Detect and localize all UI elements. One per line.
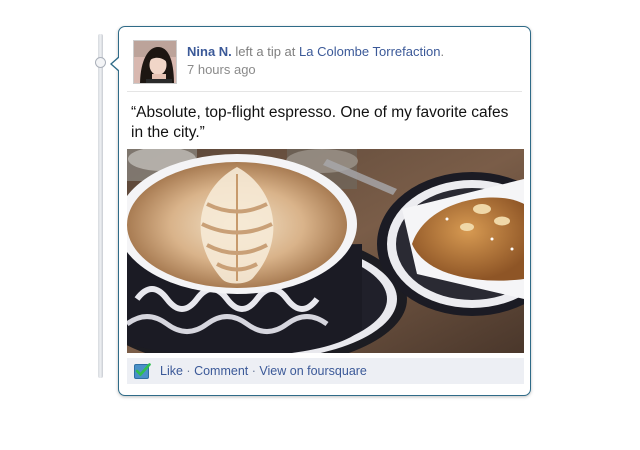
- checkbox-icon: [134, 363, 151, 379]
- photo-latte-art-and-croissant-icon: [127, 149, 524, 353]
- story-card: Nina N. left a tip at La Colombe Torrefa…: [110, 26, 531, 396]
- tip-photo[interactable]: [127, 149, 524, 353]
- view-on-foursquare-link[interactable]: View on foursquare: [259, 364, 366, 378]
- story-footer: Like · Comment · View on foursquare: [127, 358, 524, 384]
- tip-text: “Absolute, top-flight espresso. One of m…: [131, 104, 509, 141]
- venue-link[interactable]: La Colombe Torrefaction: [299, 44, 440, 59]
- avatar[interactable]: [133, 40, 177, 84]
- divider: [127, 91, 522, 92]
- story-header: Nina N. left a tip at La Colombe Torrefa…: [187, 44, 444, 77]
- comment-link[interactable]: Comment: [194, 364, 248, 378]
- timestamp[interactable]: 7 hours ago: [187, 62, 444, 77]
- header-period: .: [440, 44, 445, 59]
- user-avatar-icon: [134, 41, 176, 83]
- timeline-bar: [98, 34, 103, 378]
- like-link[interactable]: Like: [160, 364, 183, 378]
- timeline-marker-dot: [95, 57, 106, 68]
- footer-separator: ·: [251, 364, 256, 378]
- story-action-text: left a tip at: [235, 44, 296, 59]
- footer-separator: ·: [186, 364, 191, 378]
- footer-links: Like · Comment · View on foursquare: [160, 358, 367, 384]
- author-link[interactable]: Nina N.: [187, 44, 232, 59]
